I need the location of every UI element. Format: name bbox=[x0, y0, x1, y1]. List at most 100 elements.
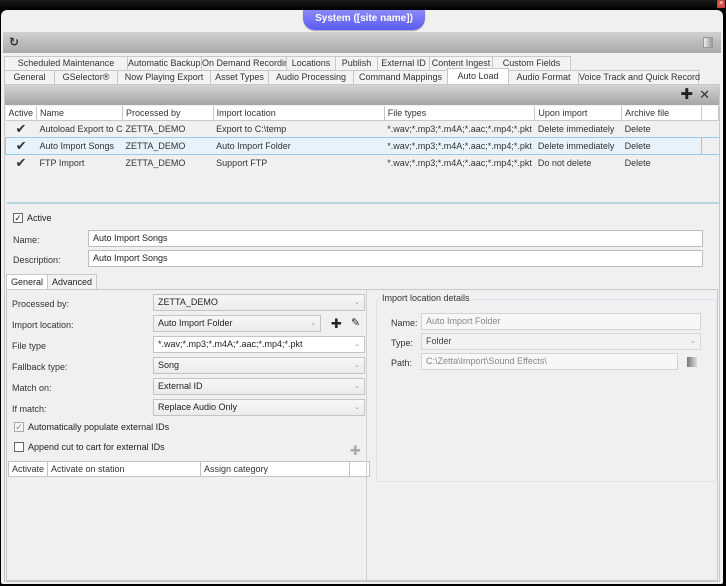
col-upon-import[interactable]: Upon import bbox=[534, 106, 623, 121]
tab-general[interactable]: General bbox=[4, 70, 55, 84]
auto-load-grid: Active Name Processed by Import location… bbox=[4, 106, 720, 171]
location-type-select[interactable]: Folder ⌄ bbox=[421, 333, 701, 350]
detail-tabs: General Advanced bbox=[6, 274, 98, 289]
tab-locations[interactable]: Locations bbox=[286, 56, 336, 70]
station-table: Activate Activate on station Assign cate… bbox=[7, 461, 371, 477]
tab-asset-types[interactable]: Asset Types bbox=[210, 70, 269, 84]
checkbox-checked-icon[interactable]: ✓ bbox=[13, 213, 23, 223]
add-station-icon[interactable]: ✚ bbox=[350, 443, 361, 459]
import-location-label: Import location: bbox=[12, 320, 74, 330]
name-label: Name: bbox=[13, 235, 40, 245]
save-icon[interactable] bbox=[703, 37, 713, 48]
col-archive-file[interactable]: Archive file bbox=[621, 106, 702, 121]
cell-processed-by: ZETTA_DEMO bbox=[125, 123, 186, 134]
subtab-general[interactable]: General bbox=[6, 274, 49, 289]
description-label: Description: bbox=[13, 255, 61, 265]
col-import-location[interactable]: Import location bbox=[213, 106, 385, 121]
tab-automatic-backups[interactable]: Automatic Backups bbox=[127, 56, 205, 70]
match-on-label: Match on: bbox=[12, 383, 52, 393]
auto-populate-checkbox[interactable]: ✓ Automatically populate external IDs bbox=[14, 422, 169, 432]
fallback-type-select[interactable]: Song ⌄ bbox=[153, 357, 365, 374]
edit-pencil-icon[interactable]: ✎ bbox=[351, 317, 360, 330]
if-match-select[interactable]: Replace Audio Only ⌄ bbox=[153, 399, 365, 416]
close-icon[interactable]: × bbox=[717, 0, 725, 8]
append-cut-label: Append cut to cart for external IDs bbox=[28, 442, 165, 452]
tab-publish[interactable]: Publish bbox=[335, 56, 378, 70]
cell-name: FTP Import bbox=[39, 157, 85, 168]
auto-load-panel: ✚ ✕ Active Name Processed by Import loca… bbox=[4, 84, 720, 582]
tab-auto-load[interactable]: Auto Load bbox=[447, 68, 509, 84]
chevron-down-icon: ⌄ bbox=[354, 299, 360, 306]
cell-name: Autoload Export to C:\ bbox=[39, 123, 123, 134]
col-activate-on-station[interactable]: Activate on station bbox=[47, 461, 202, 477]
cell-file-types: *.wav;*.mp3;*.m4A;*.aac;*.mp4;*.pkt bbox=[387, 157, 532, 168]
cell-upon-import: Delete immediately bbox=[534, 136, 622, 155]
plus-icon[interactable]: ✚ bbox=[680, 87, 693, 102]
cell-archive-file: Delete bbox=[624, 157, 651, 168]
checkbox-checked-icon[interactable]: ✓ bbox=[14, 422, 24, 432]
tab-on-demand-recordings[interactable]: On Demand Recordings bbox=[201, 56, 299, 70]
match-on-select[interactable]: External ID ⌄ bbox=[153, 378, 365, 395]
tab-audio-processing[interactable]: Audio Processing bbox=[268, 70, 354, 84]
panel-separator bbox=[366, 290, 367, 580]
browse-folder-icon[interactable] bbox=[687, 357, 697, 367]
splitter[interactable] bbox=[7, 202, 719, 204]
name-field[interactable]: Auto Import Songs bbox=[88, 230, 703, 247]
col-processed-by[interactable]: Processed by bbox=[122, 106, 214, 121]
window-title: System ([site name]) bbox=[303, 10, 425, 30]
col-name[interactable]: Name bbox=[36, 106, 124, 121]
checkbox-unchecked-icon[interactable] bbox=[14, 442, 24, 452]
description-field[interactable]: Auto Import Songs bbox=[88, 250, 703, 267]
active-label: Active bbox=[27, 213, 52, 223]
tab-scheduled-maintenance[interactable]: Scheduled Maintenance bbox=[4, 56, 128, 70]
import-location-details-title: Import location details bbox=[380, 293, 472, 303]
append-cut-checkbox[interactable]: Append cut to cart for external IDs bbox=[14, 442, 165, 452]
col-active[interactable]: Active bbox=[5, 106, 38, 121]
location-name-label: Name: bbox=[391, 318, 418, 328]
processed-by-select[interactable]: ZETTA_DEMO ⌄ bbox=[153, 294, 365, 311]
file-type-select[interactable]: *.wav;*.mp3;*.m4A;*.aac;*.mp4;*.pkt ⌄ bbox=[153, 336, 365, 353]
import-location-select[interactable]: Auto Import Folder ⌄ bbox=[153, 315, 321, 332]
add-location-icon[interactable]: ✚ bbox=[331, 317, 342, 330]
cell-archive-file: Delete bbox=[624, 123, 651, 134]
grid-toolbar: ✚ ✕ bbox=[5, 85, 719, 105]
auto-populate-label: Automatically populate external IDs bbox=[28, 422, 170, 432]
tab-command-mappings[interactable]: Command Mappings bbox=[353, 70, 448, 84]
location-name-field[interactable]: Auto Import Folder bbox=[421, 313, 701, 330]
cell-upon-import: Delete immediately bbox=[537, 123, 615, 134]
active-check-icon: ✔ bbox=[15, 120, 27, 136]
active-checkbox[interactable]: ✓ Active bbox=[13, 213, 52, 223]
col-file-types[interactable]: File types bbox=[384, 106, 536, 121]
table-row[interactable]: ✔ Autoload Export to C:\ ZETTA_DEMO Expo… bbox=[6, 120, 719, 137]
chevron-down-icon: ⌄ bbox=[690, 338, 696, 345]
system-window: System ([site name]) ↻ Scheduled Mainten… bbox=[1, 10, 723, 584]
file-type-label: File type bbox=[12, 341, 47, 351]
refresh-icon[interactable]: ↻ bbox=[9, 36, 19, 48]
tab-external-id[interactable]: External ID bbox=[377, 56, 430, 70]
tab-gselector[interactable]: GSelector® bbox=[54, 70, 118, 84]
tab-voice-track-quick-record[interactable]: Voice Track and Quick Record bbox=[578, 70, 700, 84]
col-filler bbox=[701, 106, 720, 121]
chevron-down-icon: ⌄ bbox=[354, 383, 360, 390]
location-type-label: Type: bbox=[391, 338, 414, 348]
location-path-field[interactable]: C:\Zetta\Import\Sound Effects\ bbox=[421, 353, 678, 370]
cell-import-location: Export to C:\temp bbox=[216, 123, 287, 134]
tab-now-playing-export[interactable]: Now Playing Export bbox=[117, 70, 211, 84]
chevron-down-icon: ⌄ bbox=[354, 341, 360, 348]
tab-audio-format[interactable]: Audio Format bbox=[508, 70, 579, 84]
active-check-icon: ✔ bbox=[15, 154, 27, 170]
col-activate[interactable]: Activate bbox=[7, 461, 49, 477]
subtab-advanced[interactable]: Advanced bbox=[47, 274, 98, 289]
location-path-label: Path: bbox=[391, 358, 413, 368]
chevron-down-icon: ⌄ bbox=[354, 362, 360, 369]
cell-file-types: *.wav;*.mp3;*.m4A;*.aac;*.mp4;*.pkt bbox=[384, 136, 535, 155]
table-row[interactable]: ✔ FTP Import ZETTA_DEMO Support FTP *.wa… bbox=[6, 154, 719, 171]
cell-processed-by: ZETTA_DEMO bbox=[122, 136, 214, 155]
if-match-label: If match: bbox=[12, 404, 47, 414]
x-icon[interactable]: ✕ bbox=[699, 87, 710, 102]
col-assign-category[interactable]: Assign category bbox=[200, 461, 351, 477]
table-row-selected[interactable]: ✔ Auto Import Songs ZETTA_DEMO Auto Impo… bbox=[4, 136, 719, 155]
cell-import-location: Auto Import Folder bbox=[213, 136, 385, 155]
cell-archive-file: Delete bbox=[621, 136, 702, 155]
processed-by-label: Processed by: bbox=[12, 299, 70, 309]
